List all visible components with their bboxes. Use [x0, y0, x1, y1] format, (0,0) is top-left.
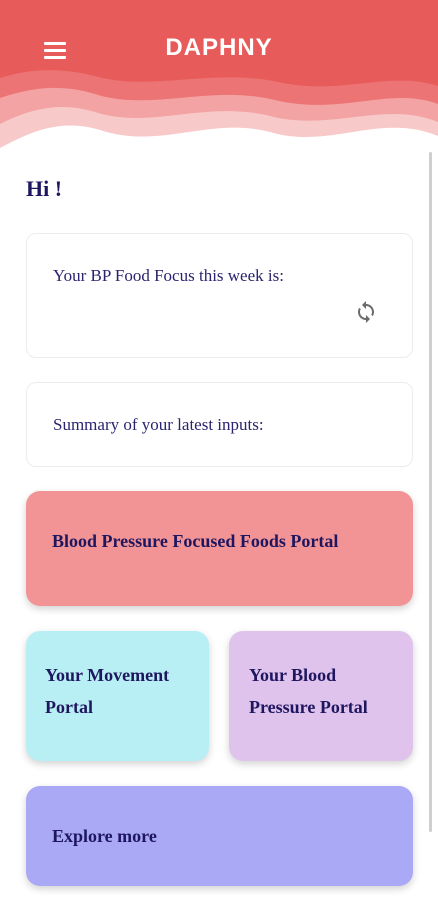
app-header: DAPHNY	[0, 0, 438, 160]
bp-focused-foods-portal-label: Blood Pressure Focused Foods Portal	[52, 531, 339, 551]
app-title: DAPHNY	[165, 34, 273, 61]
header-wave-background	[0, 0, 438, 160]
bp-focused-foods-portal-button[interactable]: Blood Pressure Focused Foods Portal	[26, 491, 413, 606]
explore-more-label: Explore more	[52, 826, 157, 846]
bp-food-focus-label: Your BP Food Focus this week is:	[53, 266, 284, 285]
scrollbar[interactable]	[429, 152, 432, 832]
refresh-icon[interactable]	[354, 300, 378, 324]
latest-inputs-summary-card: Summary of your latest inputs:	[26, 382, 413, 467]
latest-inputs-summary-label: Summary of your latest inputs:	[53, 415, 264, 434]
movement-portal-label: Your Movement Portal	[45, 665, 170, 717]
blood-pressure-portal-label: Your Blood Pressure Portal	[249, 665, 368, 717]
blood-pressure-portal-button[interactable]: Your Blood Pressure Portal	[229, 631, 413, 761]
greeting-heading: Hi !	[26, 176, 63, 201]
explore-more-button[interactable]: Explore more	[26, 786, 413, 886]
movement-portal-button[interactable]: Your Movement Portal	[26, 631, 209, 761]
bp-food-focus-card: Your BP Food Focus this week is:	[26, 233, 413, 358]
